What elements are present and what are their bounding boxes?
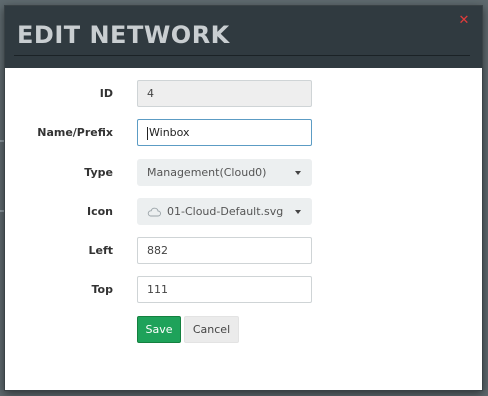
cancel-button[interactable]: Cancel xyxy=(184,316,239,343)
text-cursor xyxy=(147,126,148,140)
close-icon[interactable]: ✕ xyxy=(458,14,470,27)
header-divider xyxy=(14,55,470,56)
id-field: 4 xyxy=(137,80,312,107)
chevron-down-icon xyxy=(295,210,301,214)
cloud-icon xyxy=(147,207,161,217)
name-label: Name/Prefix xyxy=(37,126,113,139)
name-prefix-input[interactable]: Winbox xyxy=(137,119,312,146)
type-row: Type Management(Cloud0) xyxy=(5,159,482,187)
type-select[interactable]: Management(Cloud0) xyxy=(137,159,312,186)
name-prefix-value: Winbox xyxy=(149,126,190,139)
icon-select[interactable]: 01-Cloud-Default.svg xyxy=(137,198,312,225)
chevron-down-icon xyxy=(295,171,301,175)
icon-label: Icon xyxy=(86,205,113,218)
save-button[interactable]: Save xyxy=(137,316,181,343)
top-row: Top 111 xyxy=(5,276,482,304)
name-row: Name/Prefix Winbox xyxy=(5,119,482,147)
top-label: Top xyxy=(91,283,113,296)
left-label: Left xyxy=(88,244,113,257)
id-label: ID xyxy=(99,87,113,100)
icon-value: 01-Cloud-Default.svg xyxy=(167,205,284,218)
left-input[interactable]: 882 xyxy=(137,237,312,264)
edit-network-dialog: EDIT NETWORK ✕ ID 4 Name/Prefix Winbox T… xyxy=(4,5,483,391)
type-value: Management(Cloud0) xyxy=(147,166,267,179)
top-input[interactable]: 111 xyxy=(137,276,312,303)
id-row: ID 4 xyxy=(5,80,482,108)
dialog-title: EDIT NETWORK xyxy=(17,21,230,49)
type-label: Type xyxy=(84,166,113,179)
icon-row: Icon 01-Cloud-Default.svg xyxy=(5,198,482,226)
dialog-header: EDIT NETWORK ✕ xyxy=(5,6,482,68)
left-row: Left 882 xyxy=(5,237,482,265)
